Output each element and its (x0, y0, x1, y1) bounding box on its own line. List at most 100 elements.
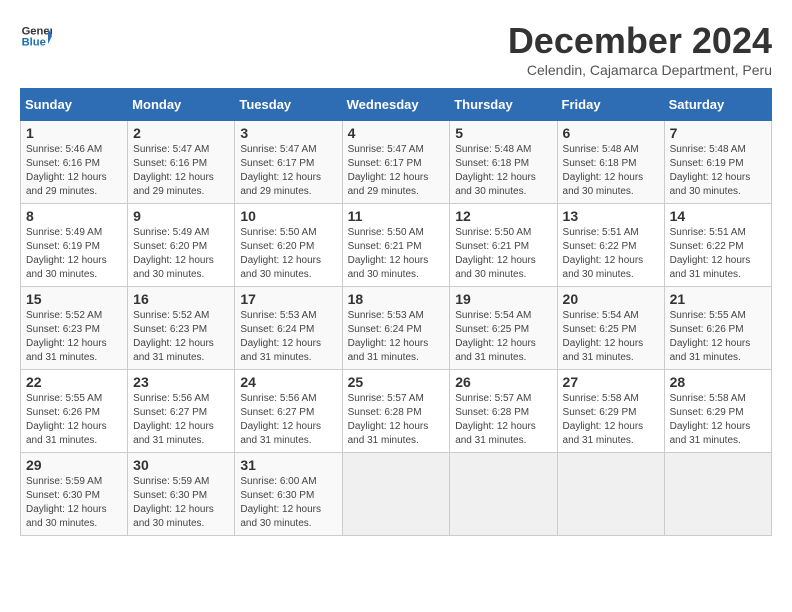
day-number: 17 (240, 291, 336, 307)
day-info: Sunrise: 5:56 AM Sunset: 6:27 PM Dayligh… (240, 392, 336, 448)
day-number: 16 (133, 291, 229, 307)
title-section: December 2024 Celendin, Cajamarca Depart… (508, 20, 772, 78)
calendar-cell: 28Sunrise: 5:58 AM Sunset: 6:29 PM Dayli… (664, 370, 771, 453)
day-info: Sunrise: 5:55 AM Sunset: 6:26 PM Dayligh… (670, 309, 766, 365)
calendar-cell (664, 453, 771, 536)
calendar-week-2: 8 Sunrise: 5:49 AM Sunset: 6:19 PM Daylig… (21, 204, 772, 287)
calendar-cell: 27 Sunrise: 5:58 AM Sunset: 6:29 PM Dayli… (557, 370, 664, 453)
calendar-cell: 23 Sunrise: 5:56 AM Sunset: 6:27 PM Dayli… (128, 370, 235, 453)
calendar-cell: 3 Sunrise: 5:47 AM Sunset: 6:17 PM Daylig… (235, 121, 342, 204)
day-number: 24 (240, 374, 336, 390)
day-number: 3 (240, 125, 336, 141)
calendar-cell: 13 Sunrise: 5:51 AM Sunset: 6:22 PM Dayli… (557, 204, 664, 287)
day-number: 11 (348, 208, 445, 224)
calendar-cell: 16 Sunrise: 5:52 AM Sunset: 6:23 PM Dayli… (128, 287, 235, 370)
day-info: Sunrise: 5:57 AM Sunset: 6:28 PM Dayligh… (455, 392, 551, 448)
calendar-cell: 14Sunrise: 5:51 AM Sunset: 6:22 PM Dayli… (664, 204, 771, 287)
calendar-cell: 29Sunrise: 5:59 AM Sunset: 6:30 PM Dayli… (21, 453, 128, 536)
calendar-cell: 31Sunrise: 6:00 AM Sunset: 6:30 PM Dayli… (235, 453, 342, 536)
calendar-cell: 17 Sunrise: 5:53 AM Sunset: 6:24 PM Dayli… (235, 287, 342, 370)
calendar-cell: 24 Sunrise: 5:56 AM Sunset: 6:27 PM Dayli… (235, 370, 342, 453)
calendar-week-1: 1 Sunrise: 5:46 AM Sunset: 6:16 PM Daylig… (21, 121, 772, 204)
day-number: 5 (455, 125, 551, 141)
day-number: 7 (670, 125, 766, 141)
day-number: 6 (563, 125, 659, 141)
column-header-tuesday: Tuesday (235, 89, 342, 121)
day-info: Sunrise: 6:00 AM Sunset: 6:30 PM Dayligh… (240, 475, 336, 531)
calendar-week-4: 22 Sunrise: 5:55 AM Sunset: 6:26 PM Dayli… (21, 370, 772, 453)
day-number: 2 (133, 125, 229, 141)
day-info: Sunrise: 5:53 AM Sunset: 6:24 PM Dayligh… (240, 309, 336, 365)
day-number: 19 (455, 291, 551, 307)
svg-text:Blue: Blue (22, 37, 46, 49)
day-info: Sunrise: 5:48 AM Sunset: 6:19 PM Dayligh… (670, 143, 766, 199)
day-info: Sunrise: 5:49 AM Sunset: 6:19 PM Dayligh… (26, 226, 122, 282)
day-info: Sunrise: 5:55 AM Sunset: 6:26 PM Dayligh… (26, 392, 122, 448)
day-number: 21 (670, 291, 766, 307)
column-header-wednesday: Wednesday (342, 89, 450, 121)
calendar-cell: 2 Sunrise: 5:47 AM Sunset: 6:16 PM Daylig… (128, 121, 235, 204)
calendar-cell: 1 Sunrise: 5:46 AM Sunset: 6:16 PM Daylig… (21, 121, 128, 204)
calendar-cell: 15 Sunrise: 5:52 AM Sunset: 6:23 PM Dayli… (21, 287, 128, 370)
calendar-cell: 9 Sunrise: 5:49 AM Sunset: 6:20 PM Daylig… (128, 204, 235, 287)
day-info: Sunrise: 5:51 AM Sunset: 6:22 PM Dayligh… (563, 226, 659, 282)
day-number: 13 (563, 208, 659, 224)
day-info: Sunrise: 5:54 AM Sunset: 6:25 PM Dayligh… (455, 309, 551, 365)
day-info: Sunrise: 5:53 AM Sunset: 6:24 PM Dayligh… (348, 309, 445, 365)
day-number: 4 (348, 125, 445, 141)
logo-icon: General Blue (20, 20, 52, 52)
column-header-thursday: Thursday (450, 89, 557, 121)
day-info: Sunrise: 5:57 AM Sunset: 6:28 PM Dayligh… (348, 392, 445, 448)
day-number: 12 (455, 208, 551, 224)
day-number: 9 (133, 208, 229, 224)
day-number: 27 (563, 374, 659, 390)
calendar-cell: 4 Sunrise: 5:47 AM Sunset: 6:17 PM Daylig… (342, 121, 450, 204)
day-info: Sunrise: 5:52 AM Sunset: 6:23 PM Dayligh… (133, 309, 229, 365)
calendar-cell: 10Sunrise: 5:50 AM Sunset: 6:20 PM Dayli… (235, 204, 342, 287)
location-subtitle: Celendin, Cajamarca Department, Peru (508, 62, 772, 78)
calendar-cell: 22 Sunrise: 5:55 AM Sunset: 6:26 PM Dayli… (21, 370, 128, 453)
svg-text:General: General (22, 25, 52, 37)
column-header-sunday: Sunday (21, 89, 128, 121)
day-number: 15 (26, 291, 122, 307)
calendar-cell: 18Sunrise: 5:53 AM Sunset: 6:24 PM Dayli… (342, 287, 450, 370)
day-info: Sunrise: 5:50 AM Sunset: 6:21 PM Dayligh… (455, 226, 551, 282)
calendar-week-3: 15 Sunrise: 5:52 AM Sunset: 6:23 PM Dayli… (21, 287, 772, 370)
column-header-saturday: Saturday (664, 89, 771, 121)
day-info: Sunrise: 5:58 AM Sunset: 6:29 PM Dayligh… (563, 392, 659, 448)
day-info: Sunrise: 5:50 AM Sunset: 6:20 PM Dayligh… (240, 226, 336, 282)
month-title: December 2024 (508, 20, 772, 62)
calendar-cell: 30Sunrise: 5:59 AM Sunset: 6:30 PM Dayli… (128, 453, 235, 536)
calendar-cell: 25 Sunrise: 5:57 AM Sunset: 6:28 PM Dayli… (342, 370, 450, 453)
day-info: Sunrise: 5:47 AM Sunset: 6:17 PM Dayligh… (240, 143, 336, 199)
day-info: Sunrise: 5:49 AM Sunset: 6:20 PM Dayligh… (133, 226, 229, 282)
day-info: Sunrise: 5:56 AM Sunset: 6:27 PM Dayligh… (133, 392, 229, 448)
calendar-cell: 11 Sunrise: 5:50 AM Sunset: 6:21 PM Dayli… (342, 204, 450, 287)
calendar-cell: 6 Sunrise: 5:48 AM Sunset: 6:18 PM Daylig… (557, 121, 664, 204)
day-info: Sunrise: 5:59 AM Sunset: 6:30 PM Dayligh… (26, 475, 122, 531)
day-info: Sunrise: 5:46 AM Sunset: 6:16 PM Dayligh… (26, 143, 122, 199)
day-info: Sunrise: 5:58 AM Sunset: 6:29 PM Dayligh… (670, 392, 766, 448)
day-info: Sunrise: 5:47 AM Sunset: 6:16 PM Dayligh… (133, 143, 229, 199)
calendar-cell (342, 453, 450, 536)
day-info: Sunrise: 5:54 AM Sunset: 6:25 PM Dayligh… (563, 309, 659, 365)
day-number: 30 (133, 457, 229, 473)
column-header-friday: Friday (557, 89, 664, 121)
day-number: 23 (133, 374, 229, 390)
header: General Blue December 2024 Celendin, Caj… (20, 20, 772, 78)
calendar-cell: 20 Sunrise: 5:54 AM Sunset: 6:25 PM Dayli… (557, 287, 664, 370)
header-row: SundayMondayTuesdayWednesdayThursdayFrid… (21, 89, 772, 121)
day-number: 25 (348, 374, 445, 390)
day-number: 22 (26, 374, 122, 390)
day-info: Sunrise: 5:48 AM Sunset: 6:18 PM Dayligh… (563, 143, 659, 199)
day-number: 20 (563, 291, 659, 307)
day-number: 8 (26, 208, 122, 224)
day-info: Sunrise: 5:52 AM Sunset: 6:23 PM Dayligh… (26, 309, 122, 365)
day-info: Sunrise: 5:50 AM Sunset: 6:21 PM Dayligh… (348, 226, 445, 282)
calendar-cell: 5Sunrise: 5:48 AM Sunset: 6:18 PM Daylig… (450, 121, 557, 204)
day-number: 1 (26, 125, 122, 141)
day-info: Sunrise: 5:47 AM Sunset: 6:17 PM Dayligh… (348, 143, 445, 199)
calendar-cell: 7 Sunrise: 5:48 AM Sunset: 6:19 PM Daylig… (664, 121, 771, 204)
calendar-cell (557, 453, 664, 536)
calendar-cell (450, 453, 557, 536)
